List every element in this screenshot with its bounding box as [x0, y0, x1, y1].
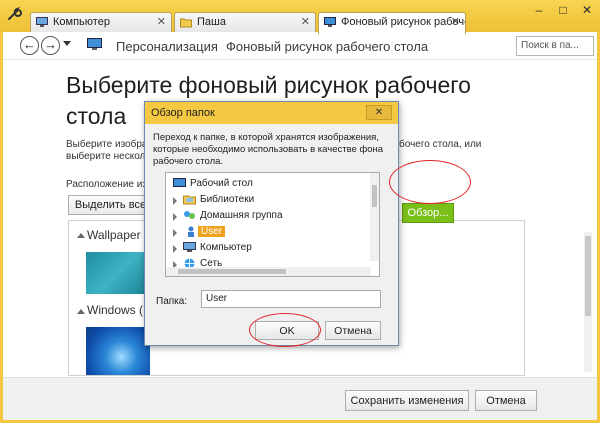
dialog-description: Переход к папке, в которой хранятся изоб… [153, 132, 384, 167]
tab-label: Компьютер [53, 16, 110, 28]
scrollbar-thumb[interactable] [372, 185, 377, 207]
tab-label: Паша [197, 16, 226, 28]
expand-icon[interactable] [173, 245, 177, 253]
folder-label: Папка: [156, 296, 188, 307]
expand-icon[interactable] [173, 197, 177, 205]
search-input[interactable]: Поиск в па... [516, 36, 594, 56]
forward-button[interactable]: → [41, 36, 60, 55]
select-all-button[interactable]: Выделить все [68, 195, 153, 215]
description-text: Выберите изображ [66, 139, 155, 150]
control-panel-icon [87, 38, 102, 50]
description-text: бочего стола, или [399, 139, 482, 150]
dialog-close-button[interactable]: ✕ [366, 105, 392, 120]
close-icon[interactable]: ✕ [301, 15, 310, 28]
collapse-icon[interactable] [77, 309, 85, 314]
dialog-cancel-button[interactable]: Отмена [325, 321, 381, 340]
tab-desktop-background[interactable]: Фоновый рисунок рабоче ✕ [318, 12, 466, 34]
save-changes-button[interactable]: Сохранить изменения [345, 390, 469, 411]
wrench-icon[interactable] [6, 6, 22, 22]
close-window-button[interactable]: ✕ [576, 2, 598, 18]
scrollbar-thumb[interactable] [585, 236, 591, 316]
maximize-button[interactable]: □ [552, 2, 574, 18]
expand-icon[interactable] [173, 213, 177, 221]
breadcrumb-personalization[interactable]: Персонализация [116, 39, 218, 54]
gallery-scrollbar[interactable] [584, 232, 592, 372]
windows-thumbnail[interactable] [86, 327, 150, 375]
navigation-bar: ← → Персонализация Фоновый рисунок рабоч… [3, 32, 597, 60]
user-folder-icon [188, 226, 194, 237]
tree-vertical-scrollbar[interactable] [370, 173, 379, 261]
minimize-button[interactable]: – [528, 2, 550, 18]
tab-computer[interactable]: Компьютер ✕ [30, 12, 172, 33]
ok-button[interactable]: OK [255, 321, 319, 340]
folder-input[interactable]: User [201, 290, 381, 308]
homegroup-icon [184, 211, 195, 219]
wallpaper-thumbnail[interactable] [86, 252, 150, 294]
monitor-icon [324, 17, 336, 27]
libraries-icon [183, 195, 196, 205]
back-button[interactable]: ← [20, 36, 39, 55]
desktop-icon [173, 178, 186, 187]
close-icon[interactable]: ✕ [451, 15, 460, 28]
tree-horizontal-scrollbar[interactable] [166, 267, 371, 276]
folder-tree[interactable]: Рабочий стол Библиотеки Домашняя группа … [165, 172, 380, 277]
scrollbar-thumb[interactable] [178, 269, 286, 274]
breadcrumb-desktop-background[interactable]: Фоновый рисунок рабочего стола [226, 39, 428, 54]
description-text: выберите нескольк [66, 151, 155, 162]
computer-icon [36, 17, 48, 27]
collapse-icon[interactable] [77, 233, 85, 238]
history-dropdown-icon[interactable] [63, 41, 71, 46]
close-icon[interactable]: ✕ [157, 15, 166, 28]
dialog-title: Обзор папок [145, 102, 398, 124]
browse-button[interactable]: Обзор... [402, 203, 454, 223]
title-bar: Компьютер ✕ Паша ✕ Фоновый рисунок рабоч… [0, 0, 600, 34]
browse-folder-dialog: Обзор папок ✕ Переход к папке, в которой… [144, 101, 399, 346]
footer-bar: Сохранить изменения Отмена [3, 377, 597, 420]
tab-label: Фоновый рисунок рабоче [341, 16, 466, 28]
expand-icon[interactable] [173, 229, 177, 237]
computer-icon [183, 242, 196, 252]
tab-pasha[interactable]: Паша ✕ [174, 12, 316, 33]
cancel-button[interactable]: Отмена [475, 390, 537, 411]
folder-icon [180, 18, 192, 28]
dialog-body: Переход к папке, в которой хранятся изоб… [145, 124, 398, 345]
